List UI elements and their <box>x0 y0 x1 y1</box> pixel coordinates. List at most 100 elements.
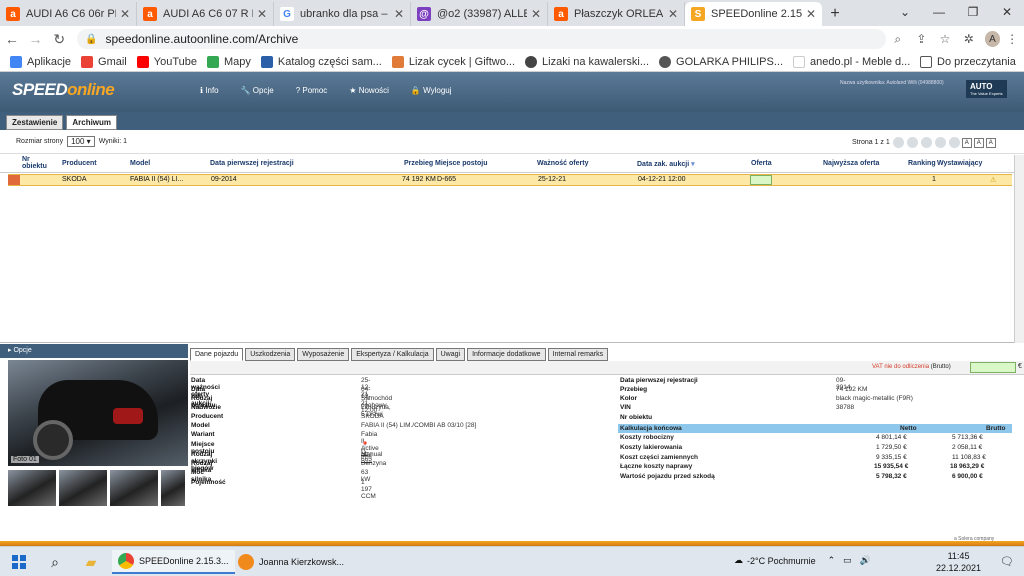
menu-news[interactable]: ★ Nowości <box>349 86 389 95</box>
vehicle-thumb-icon[interactable] <box>8 175 20 185</box>
tab-ekspertyza[interactable]: Ekspertyza / Kalkulacja <box>351 348 434 361</box>
forward-icon[interactable]: → <box>24 31 48 47</box>
browser-tab[interactable]: a Płaszczyk ORLEANS dl ✕ <box>548 2 685 26</box>
tab-archiwum[interactable]: Archiwum <box>66 115 118 130</box>
show-hidden-icon[interactable]: ⌃ <box>828 555 836 566</box>
grid-scrollbar[interactable] <box>1014 155 1024 343</box>
app-header: SPEEDonline ℹ Info 🔧 Opcje ? Pomoc ★ Now… <box>0 72 1024 112</box>
back-icon[interactable]: ← <box>0 31 24 47</box>
star-icon[interactable]: ☆ <box>933 32 957 46</box>
menu-logout[interactable]: 🔒 Wyloguj <box>411 86 452 95</box>
calc-row: Koszt części zamiennych 9 335,15 €11 108,… <box>620 454 986 461</box>
reload-icon[interactable]: ↻ <box>47 31 71 48</box>
col-waznosc-oferty[interactable]: Ważność oferty <box>537 160 588 167</box>
tab-dane-pojazdu[interactable]: Dane pojazdu <box>190 348 244 361</box>
menu-icon[interactable]: ⋮ <box>1000 32 1024 46</box>
first-page-icon[interactable] <box>892 137 904 148</box>
col-nr-obiektu[interactable]: Nr obiektu <box>22 156 48 170</box>
network-icon[interactable]: ▭ <box>843 555 852 566</box>
taskbar-app[interactable]: Joanna Kierzkowsk... <box>232 550 350 574</box>
col-data-zak-aukcji[interactable]: Data zak. aukcji ▾ <box>637 160 695 168</box>
photo-thumbnail[interactable] <box>110 470 159 506</box>
reading-list[interactable]: Do przeczytania <box>920 55 1016 68</box>
bid-input[interactable] <box>970 362 1016 373</box>
url-field[interactable]: 🔒 speedonline.autoonline.com/Archive <box>77 29 886 49</box>
page-size-label: Rozmiar strony <box>16 138 64 145</box>
photo-thumbnail[interactable] <box>8 470 57 506</box>
clock[interactable]: 11:45 22.12.2021 <box>936 550 981 574</box>
close-window-icon[interactable]: ✕ <box>990 0 1024 24</box>
offer-input[interactable] <box>750 175 772 185</box>
google-icon <box>81 55 94 68</box>
browser-tab-bar: a AUDI A6 C6 06r PRZEĽ ✕ a AUDI A6 C6 07 R … <box>0 0 1024 26</box>
font-size-large-icon[interactable]: A <box>985 137 996 148</box>
search-icon[interactable]: ⌕ <box>46 553 64 571</box>
zoom-icon[interactable]: ⌕ <box>886 32 910 47</box>
bookmark-lizaki[interactable]: Lizaki na kawalerski... <box>525 55 649 68</box>
results-grid: Nr obiektu Producent Model Data pierwsze… <box>0 155 1024 343</box>
avatar[interactable]: A <box>984 31 1001 47</box>
tab-informacje-dodatkowe[interactable]: Informacje dodatkowe <box>467 348 546 361</box>
maximize-icon[interactable]: ❐ <box>956 0 990 24</box>
col-przebieg[interactable]: Przebieg <box>404 160 433 167</box>
taskbar-chrome[interactable]: SPEEDonline 2.15.3... <box>112 550 235 574</box>
tab-uwagi[interactable]: Uwagi <box>435 348 466 361</box>
close-icon[interactable]: ✕ <box>531 7 541 21</box>
last-page-icon[interactable] <box>934 137 946 148</box>
prev-page-icon[interactable] <box>906 137 918 148</box>
tab-zestawienie[interactable]: Zestawienie <box>6 115 64 130</box>
print-icon[interactable] <box>948 137 960 148</box>
options-panel-toggle[interactable]: ▸ Opcje <box>0 344 188 358</box>
tab-wyposazenie[interactable]: Wyposażenie <box>297 348 350 361</box>
col-wystawiajacy[interactable]: Wystawiający <box>937 160 982 167</box>
col-oferta[interactable]: Oferta <box>751 160 772 167</box>
bookmark-apps[interactable]: Aplikacje <box>10 55 71 68</box>
volume-icon[interactable]: 🔊 <box>860 555 871 566</box>
windows-start-icon[interactable] <box>12 555 26 569</box>
col-ranking[interactable]: Ranking <box>908 160 936 167</box>
bookmark-giftwo[interactable]: Lizak cycek | Giftwo... <box>391 55 515 68</box>
table-row[interactable]: SKODA FABIA II (54) LI... 09-2014 74 192… <box>8 174 1012 186</box>
vehicle-photo[interactable]: Foto 01 <box>8 360 188 466</box>
bookmark-youtube[interactable]: YouTube <box>136 55 197 68</box>
close-icon[interactable]: ✕ <box>257 7 267 21</box>
font-size-small-icon[interactable]: A <box>961 137 972 148</box>
next-page-icon[interactable] <box>920 137 932 148</box>
bookmark-maps[interactable]: Mapy <box>207 55 251 68</box>
font-size-medium-icon[interactable]: A <box>973 137 984 148</box>
close-icon[interactable]: ✕ <box>806 7 816 21</box>
browser-tab-active[interactable]: S SPEEDonline 2.15.30.0 ✕ <box>685 2 822 26</box>
file-explorer-icon[interactable]: ▰ <box>82 553 100 571</box>
bookmark-golarka[interactable]: GOLARKA PHILIPS... <box>659 55 783 68</box>
photo-thumbnail[interactable] <box>161 470 185 506</box>
bookmark-anedo[interactable]: anedo.pl - Meble d... <box>793 55 910 68</box>
minimize-icon[interactable]: — <box>922 0 956 24</box>
menu-help[interactable]: ? Pomoc <box>296 86 328 95</box>
page-size-select[interactable]: 100 ▾ <box>67 136 95 147</box>
notifications-icon[interactable]: 🗨 <box>1000 555 1014 568</box>
bookmark-gmail[interactable]: Gmail <box>81 55 127 68</box>
close-icon[interactable]: ✕ <box>394 7 404 21</box>
tab-uszkodzenia[interactable]: Uszkodzenia <box>245 348 296 361</box>
col-najwyzsza-oferta[interactable]: Najwyższa oferta <box>823 160 879 167</box>
share-icon[interactable]: ⇪ <box>910 32 934 46</box>
tab-search-icon[interactable]: ⌄ <box>888 0 922 24</box>
col-model[interactable]: Model <box>130 160 150 167</box>
photo-thumbnail[interactable] <box>59 470 108 506</box>
menu-options[interactable]: 🔧 Opcje <box>241 86 274 95</box>
menu-info[interactable]: ℹ Info <box>200 86 219 95</box>
col-first-reg[interactable]: Data pierwszej rejestracji <box>210 160 294 167</box>
browser-tab[interactable]: a AUDI A6 C6 07 R PRZE ✕ <box>137 2 274 26</box>
browser-tab[interactable]: @ @o2 (33987) ALLEGRO ✕ <box>411 2 548 26</box>
bookmark-catalog[interactable]: Katalog części sam... <box>260 55 382 68</box>
col-producent[interactable]: Producent <box>62 160 97 167</box>
extensions-icon[interactable]: ✲ <box>957 32 981 46</box>
tab-internal-remarks[interactable]: Internal remarks <box>547 348 609 361</box>
new-tab-button[interactable]: + <box>822 2 848 26</box>
close-icon[interactable]: ✕ <box>668 7 678 21</box>
close-icon[interactable]: ✕ <box>120 7 130 21</box>
col-miejsce-postoju[interactable]: Miejsce postoju <box>435 160 488 167</box>
weather-text[interactable]: -2°C Pochmurnie <box>747 556 816 566</box>
browser-tab[interactable]: a AUDI A6 C6 06r PRZEĽ ✕ <box>0 2 137 26</box>
browser-tab[interactable]: Gubranko dla psa – Szu ✕ <box>274 2 411 26</box>
